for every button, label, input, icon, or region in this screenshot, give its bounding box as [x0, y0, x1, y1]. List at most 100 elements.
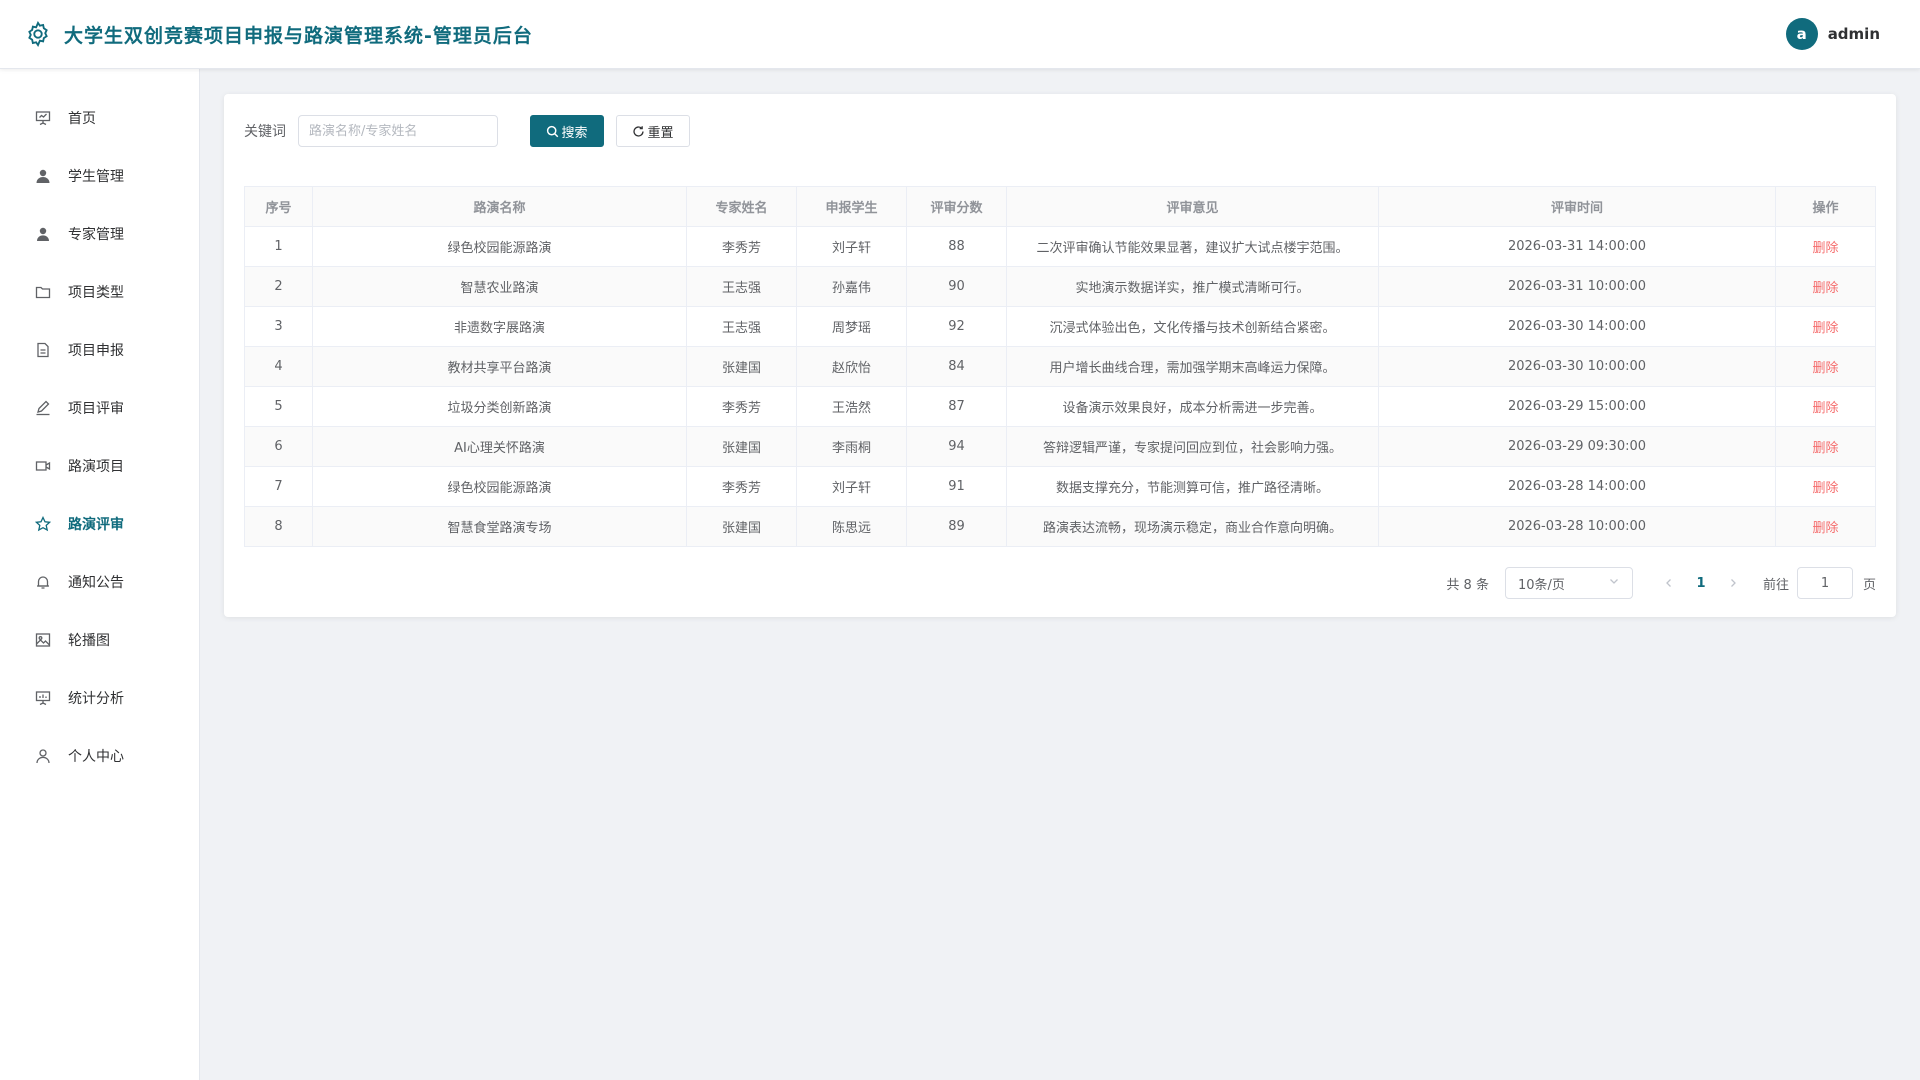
cell-expert-name: 李秀芳	[686, 466, 797, 507]
cell-expert-name: 张建国	[686, 346, 797, 387]
column-header: 评审意见	[1006, 186, 1379, 227]
cell-action: 删除	[1775, 306, 1876, 347]
username[interactable]: admin	[1828, 25, 1880, 43]
reset-button-label: 重置	[647, 125, 674, 141]
sidebar-item-students[interactable]: 学生管理	[0, 147, 199, 205]
sidebar-item-home[interactable]: 首页	[0, 89, 199, 147]
table-row: 6 AI心理关怀路演 张建国 李雨桐 94 答辩逻辑严谨，专家提问回应到位，社会…	[244, 426, 1876, 467]
sidebar-item-label: 个人中心	[68, 749, 124, 765]
delete-link[interactable]: 删除	[1812, 281, 1838, 296]
cell-review-time: 2026-03-29 09:30:00	[1378, 426, 1776, 467]
delete-link[interactable]: 删除	[1812, 481, 1838, 496]
data-board-icon	[34, 689, 52, 707]
sidebar-item-profile[interactable]: 个人中心	[0, 727, 199, 785]
sidebar-item-project-review[interactable]: 项目评审	[0, 379, 199, 437]
cell-action: 删除	[1775, 346, 1876, 387]
user-menu[interactable]: a admin	[1785, 18, 1880, 50]
cell-expert-name: 张建国	[686, 506, 797, 547]
cell-index: 7	[244, 466, 313, 507]
sidebar-item-notices[interactable]: 通知公告	[0, 553, 199, 611]
cell-index: 6	[244, 426, 313, 467]
avatar[interactable]: a	[1785, 18, 1818, 50]
page-number-current[interactable]: 1	[1685, 576, 1717, 591]
review-table: 序号 路演名称 专家姓名 申报学生 评审分数 评审意见 评审时间 操作 1 绿色…	[244, 186, 1876, 547]
cell-roadshow-name: 智慧农业路演	[312, 266, 687, 307]
sidebar-item-label: 项目申报	[68, 343, 124, 359]
delete-link[interactable]: 删除	[1812, 321, 1838, 336]
sidebar-item-statistics[interactable]: 统计分析	[0, 669, 199, 727]
delete-link[interactable]: 删除	[1812, 361, 1838, 376]
app-title: 大学生双创竞赛项目申报与路演管理系统-管理员后台	[64, 24, 533, 47]
delete-link[interactable]: 删除	[1812, 241, 1838, 256]
sidebar-item-experts[interactable]: 专家管理	[0, 205, 199, 263]
cell-roadshow-name: 智慧食堂路演专场	[312, 506, 687, 547]
cell-roadshow-name: 教材共享平台路演	[312, 346, 687, 387]
cell-student: 李雨桐	[796, 426, 907, 467]
page-size-select[interactable]: 10条/页	[1504, 567, 1633, 599]
gear-icon	[24, 20, 52, 48]
sidebar-item-label: 路演项目	[68, 459, 124, 475]
table-row: 2 智慧农业路演 王志强 孙嘉伟 90 实地演示数据详实，推广模式清晰可行。 2…	[244, 266, 1876, 307]
cell-index: 1	[244, 226, 313, 267]
table-row: 3 非遗数字展路演 王志强 周梦瑶 92 沉浸式体验出色，文化传播与技术创新结合…	[244, 306, 1876, 347]
sidebar-item-roadshow-projects[interactable]: 路演项目	[0, 437, 199, 495]
reset-button[interactable]: 重置	[616, 115, 690, 147]
keyword-input[interactable]	[298, 115, 498, 147]
cell-student: 周梦瑶	[796, 306, 907, 347]
video-camera-icon	[34, 457, 52, 475]
cell-index: 8	[244, 506, 313, 547]
chevron-left-icon	[1666, 579, 1671, 587]
cell-index: 2	[244, 266, 313, 307]
folder-icon	[34, 283, 52, 301]
search-button[interactable]: 搜索	[530, 115, 604, 147]
column-header: 评审分数	[906, 186, 1007, 227]
column-header: 申报学生	[796, 186, 907, 227]
delete-link[interactable]: 删除	[1812, 441, 1838, 456]
cell-action: 删除	[1775, 266, 1876, 307]
sidebar-item-project-apply[interactable]: 项目申报	[0, 321, 199, 379]
search-bar: 关键词 搜索 重置	[244, 115, 1876, 147]
next-page-button[interactable]	[1717, 578, 1749, 588]
search-icon	[546, 125, 559, 138]
delete-link[interactable]: 删除	[1812, 401, 1838, 416]
sidebar-item-label: 轮播图	[68, 633, 110, 649]
search-button-label: 搜索	[561, 125, 588, 141]
sidebar-item-project-types[interactable]: 项目类型	[0, 263, 199, 321]
cell-score: 89	[906, 506, 1007, 547]
cell-review-time: 2026-03-31 14:00:00	[1378, 226, 1776, 267]
column-header: 评审时间	[1378, 186, 1776, 227]
cell-roadshow-name: 绿色校园能源路演	[312, 466, 687, 507]
cell-comment: 路演表达流畅，现场演示稳定，商业合作意向明确。	[1006, 506, 1379, 547]
cell-action: 删除	[1775, 506, 1876, 547]
chevron-right-icon	[1731, 579, 1736, 587]
cell-comment: 实地演示数据详实，推广模式清晰可行。	[1006, 266, 1379, 307]
sidebar-item-roadshow-review[interactable]: 路演评审	[0, 495, 199, 553]
cell-review-time: 2026-03-28 14:00:00	[1378, 466, 1776, 507]
delete-link[interactable]: 删除	[1812, 521, 1838, 536]
bell-icon	[34, 573, 52, 591]
table-row: 7 绿色校园能源路演 李秀芳 刘子轩 91 数据支撑充分，节能测算可信，推广路径…	[244, 466, 1876, 507]
pagination: 共 8 条 10条/页 1 前往 页	[244, 567, 1876, 599]
cell-review-time: 2026-03-31 10:00:00	[1378, 266, 1776, 307]
cell-score: 84	[906, 346, 1007, 387]
goto-page-input[interactable]	[1796, 567, 1853, 599]
prev-page-button[interactable]	[1653, 578, 1685, 588]
cell-score: 90	[906, 266, 1007, 307]
sidebar-item-carousel[interactable]: 轮播图	[0, 611, 199, 669]
cell-score: 94	[906, 426, 1007, 467]
page-unit-label: 页	[1862, 577, 1876, 593]
user-outline-icon	[34, 747, 52, 765]
cell-score: 88	[906, 226, 1007, 267]
total-count: 共 8 条	[1446, 577, 1489, 593]
cell-comment: 沉浸式体验出色，文化传播与技术创新结合紧密。	[1006, 306, 1379, 347]
cell-review-time: 2026-03-30 10:00:00	[1378, 346, 1776, 387]
cell-student: 刘子轩	[796, 466, 907, 507]
cell-index: 4	[244, 346, 313, 387]
table-row: 1 绿色校园能源路演 李秀芳 刘子轩 88 二次评审确认节能效果显著，建议扩大试…	[244, 226, 1876, 267]
cell-score: 92	[906, 306, 1007, 347]
column-header: 操作	[1775, 186, 1876, 227]
cell-comment: 二次评审确认节能效果显著，建议扩大试点楼宇范围。	[1006, 226, 1379, 267]
cell-review-time: 2026-03-30 14:00:00	[1378, 306, 1776, 347]
sidebar-item-label: 首页	[68, 111, 96, 127]
cell-roadshow-name: AI心理关怀路演	[312, 426, 687, 467]
